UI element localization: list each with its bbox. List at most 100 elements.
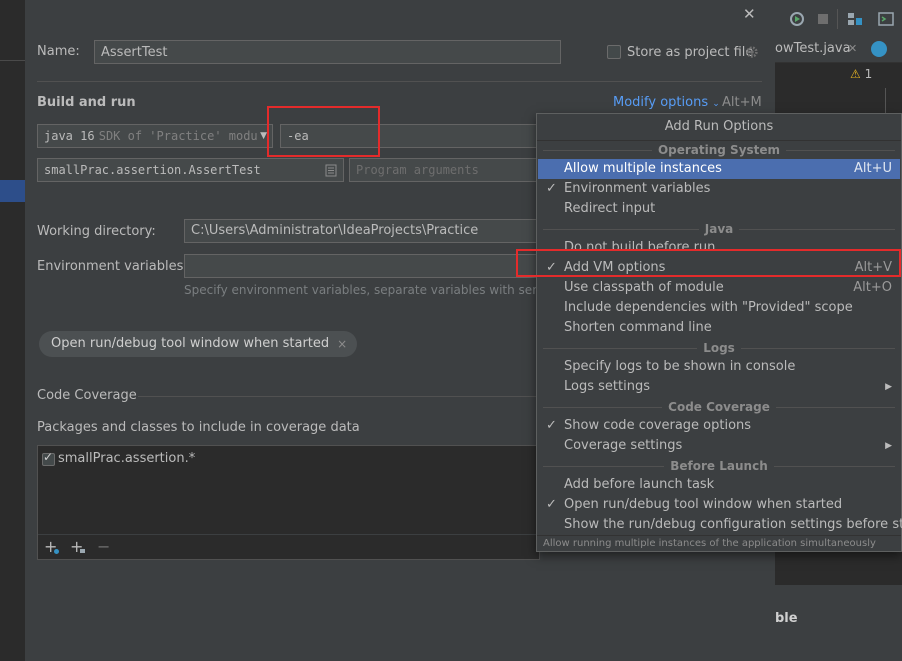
option-show-coverage[interactable]: ✓ Show code coverage options <box>538 416 900 436</box>
option-include-provided[interactable]: Include dependencies with "Provided" sco… <box>538 298 900 318</box>
group-java: Java <box>537 221 901 237</box>
toolbar-divider <box>837 9 838 29</box>
main-class-input[interactable]: smallPrac.assertion.AssertTest <box>37 158 344 182</box>
project-structure-icon[interactable] <box>847 11 863 27</box>
run-coverage-icon[interactable] <box>789 11 805 27</box>
popup-status-text: Allow running multiple instances of the … <box>537 535 901 551</box>
code-coverage-heading: Code Coverage <box>37 388 137 403</box>
coverage-list: smallPrac.assertion.* + + − <box>37 445 540 560</box>
option-label: Use classpath of module <box>564 280 724 295</box>
option-environment-variables[interactable]: ✓ Environment variables <box>538 179 900 199</box>
option-label: Allow multiple instances <box>564 161 722 176</box>
checkmark-icon: ✓ <box>546 418 557 433</box>
environment-variables-hint: Specify environment variables, separate … <box>184 283 554 297</box>
add-package-icon[interactable]: + <box>70 537 83 556</box>
environment-variables-label: Environment variables: <box>37 259 188 274</box>
group-operating-system: Operating System <box>537 142 901 158</box>
dropdown-arrow-icon: ▼ <box>257 125 267 147</box>
chip-close-icon[interactable]: × <box>337 331 347 357</box>
option-open-tool-window[interactable]: ✓ Open run/debug tool window when starte… <box>538 495 900 515</box>
warning-count: 1 <box>864 67 873 81</box>
option-label: Logs settings <box>564 379 650 394</box>
tree-divider <box>0 60 25 61</box>
project-tree-backdrop <box>0 0 26 661</box>
editor-tabs: owTest.java ✕ <box>775 38 902 63</box>
option-label: Shorten command line <box>564 320 712 335</box>
store-as-project-checkbox[interactable] <box>607 45 621 59</box>
modify-options-label: Modify options <box>613 95 709 110</box>
option-label: Specify logs to be shown in console <box>564 359 796 374</box>
option-label: Open run/debug tool window when started <box>564 497 843 512</box>
name-input[interactable] <box>94 40 561 64</box>
gear-icon[interactable] <box>745 45 759 59</box>
option-label: Show code coverage options <box>564 418 752 433</box>
main-class-value: smallPrac.assertion.AssertTest <box>44 163 261 177</box>
coverage-entry[interactable]: smallPrac.assertion.* <box>58 451 195 466</box>
jdk-select[interactable]: java 16 SDK of 'Practice' modu ▼ <box>37 124 273 148</box>
tree-selected-row[interactable] <box>0 180 25 202</box>
terminal-icon[interactable] <box>878 11 894 27</box>
warning-icon: ⚠ <box>850 67 861 81</box>
jdk-select-value: java 16 <box>44 129 95 143</box>
option-label: Redirect input <box>564 201 656 216</box>
vm-options-highlight <box>267 106 380 157</box>
working-directory-input[interactable]: C:\Users\Administrator\IdeaProjects\Prac… <box>184 219 540 243</box>
group-logs: Logs <box>537 340 901 356</box>
open-tool-window-chip[interactable]: Open run/debug tool window when started … <box>39 331 358 357</box>
environment-variables-input[interactable] <box>184 254 540 278</box>
ide-toolbar <box>775 0 902 38</box>
header-separator <box>37 81 762 82</box>
coverage-toolbar-separator <box>38 534 539 535</box>
add-vm-options-highlight <box>516 249 901 277</box>
group-label: Code Coverage <box>668 400 770 414</box>
option-label: Include dependencies with "Provided" sco… <box>564 300 853 315</box>
editor-tab-label[interactable]: owTest.java <box>775 41 851 56</box>
group-label: Operating System <box>657 143 781 157</box>
editor-tab-close-icon[interactable]: ✕ <box>848 42 857 55</box>
close-icon[interactable]: ✕ <box>743 5 756 23</box>
option-shorten-command-line[interactable]: Shorten command line <box>538 318 900 338</box>
stop-icon[interactable] <box>815 11 831 27</box>
coverage-separator <box>138 396 538 397</box>
option-add-before-launch[interactable]: Add before launch task <box>538 475 900 495</box>
packages-label: Packages and classes to include in cover… <box>37 420 360 435</box>
working-directory-label: Working directory: <box>37 224 156 239</box>
submenu-arrow-icon: ▶ <box>885 441 892 451</box>
jdk-select-hint: SDK of 'Practice' modu <box>98 129 258 143</box>
group-code-coverage: Code Coverage <box>537 399 901 415</box>
modify-options-link[interactable]: Modify options ⌄ <box>613 95 720 110</box>
bottom-panel-text: ble <box>775 611 798 626</box>
store-as-project-label: Store as project file <box>627 45 754 60</box>
class-icon <box>871 41 887 57</box>
option-label: Add before launch task <box>564 477 715 492</box>
coverage-entry-checkbox[interactable] <box>42 450 55 466</box>
build-and-run-heading: Build and run <box>37 95 136 110</box>
program-arguments-input[interactable]: Program arguments <box>349 158 539 182</box>
option-label: Show the run/debug configuration setting… <box>564 517 902 532</box>
program-arguments-placeholder: Program arguments <box>356 163 479 177</box>
working-directory-value: C:\Users\Administrator\IdeaProjects\Prac… <box>191 223 479 238</box>
option-allow-multiple-instances[interactable]: Allow multiple instances Alt+U <box>538 159 900 179</box>
chevron-down-icon: ⌄ <box>712 99 720 109</box>
option-shortcut: Alt+O <box>853 280 892 295</box>
class-badge-icon <box>54 549 59 554</box>
option-specify-logs[interactable]: Specify logs to be shown in console <box>538 357 900 377</box>
modify-options-shortcut: Alt+M <box>722 95 762 110</box>
checkmark-icon: ✓ <box>546 497 557 512</box>
bottom-panel-backdrop: ble <box>775 585 902 661</box>
inspection-widget[interactable]: ⚠ 1 <box>850 67 872 81</box>
browse-class-icon[interactable] <box>325 164 337 177</box>
option-use-classpath[interactable]: Use classpath of module Alt+O <box>538 278 900 298</box>
remove-icon[interactable]: − <box>97 537 110 556</box>
group-label: Logs <box>703 341 735 355</box>
option-logs-settings[interactable]: Logs settings ▶ <box>538 377 900 397</box>
submenu-arrow-icon: ▶ <box>885 382 892 392</box>
option-show-settings-before-start[interactable]: Show the run/debug configuration setting… <box>538 515 902 535</box>
group-label: Java <box>704 222 734 236</box>
chip-label: Open run/debug tool window when started <box>51 336 330 351</box>
option-label: Coverage settings <box>564 438 683 453</box>
option-redirect-input[interactable]: Redirect input <box>538 199 900 219</box>
option-shortcut: Alt+U <box>853 161 892 176</box>
add-run-options-popup: Add Run Options Operating System Allow m… <box>536 113 902 552</box>
option-coverage-settings[interactable]: Coverage settings ▶ <box>538 436 900 456</box>
